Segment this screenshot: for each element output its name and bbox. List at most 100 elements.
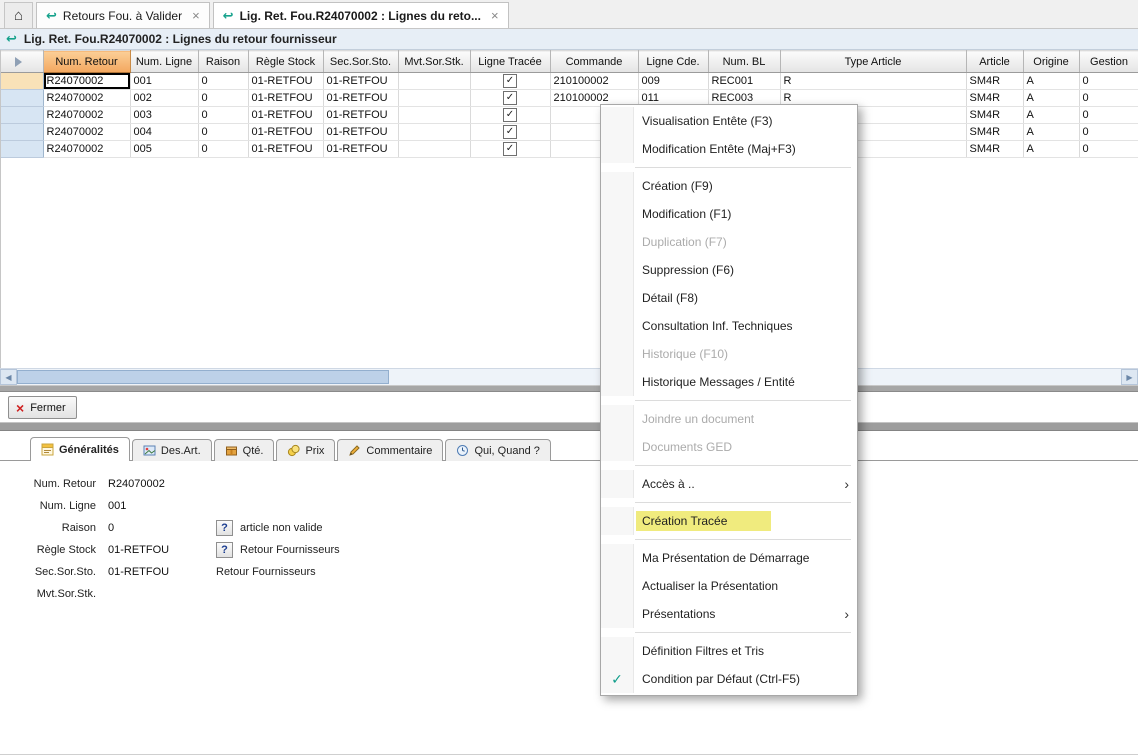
- grid-cell[interactable]: A: [1023, 107, 1079, 124]
- scroll-right-button[interactable]: ▶: [1121, 369, 1138, 385]
- grid-cell[interactable]: R24070002: [43, 141, 130, 158]
- column-header-sec-sor-sto-[interactable]: Sec.Sor.Sto.: [323, 51, 398, 73]
- tab-qui-quand[interactable]: Qui, Quand ?: [445, 439, 550, 461]
- menu-item-visualisation-ent-te-f3[interactable]: Visualisation Entête (F3): [601, 107, 857, 135]
- home-tab[interactable]: ⌂: [4, 2, 33, 28]
- lookup-button[interactable]: ?: [216, 542, 233, 558]
- grid-cell[interactable]: 0: [198, 90, 248, 107]
- grid-cell[interactable]: 01-RETFOU: [248, 73, 323, 90]
- grid-cell[interactable]: 003: [130, 107, 198, 124]
- menu-item-cr-ation-trac-e[interactable]: Création Tracée: [601, 507, 857, 535]
- grid-cell[interactable]: 210100002: [550, 73, 638, 90]
- tab-retours-fou-a-valider[interactable]: ↩ Retours Fou. à Valider ×: [36, 2, 210, 28]
- scroll-left-button[interactable]: ◀: [0, 369, 17, 385]
- grid-cell[interactable]: 01-RETFOU: [248, 90, 323, 107]
- menu-item-pr-sentations[interactable]: Présentations›: [601, 600, 857, 628]
- grid-cell[interactable]: [398, 90, 470, 107]
- grid-cell[interactable]: [398, 107, 470, 124]
- column-header-raison[interactable]: Raison: [198, 51, 248, 73]
- column-header-mvt-sor-stk-[interactable]: Mvt.Sor.Stk.: [398, 51, 470, 73]
- row-selector[interactable]: [1, 141, 43, 158]
- row-selector[interactable]: [1, 107, 43, 124]
- grid-cell[interactable]: 01-RETFOU: [248, 141, 323, 158]
- column-header-num-ligne[interactable]: Num. Ligne: [130, 51, 198, 73]
- grid-cell[interactable]: ✓: [470, 90, 550, 107]
- grid-cell[interactable]: 0: [198, 124, 248, 141]
- grid-cell[interactable]: R24070002: [43, 73, 130, 90]
- tab-g-n-ralit-s[interactable]: Généralités: [30, 437, 130, 461]
- column-header-r-gle-stock[interactable]: Règle Stock: [248, 51, 323, 73]
- row-selector[interactable]: [1, 73, 43, 90]
- menu-item-historique-messages-entit[interactable]: Historique Messages / Entité: [601, 368, 857, 396]
- lookup-button[interactable]: ?: [216, 520, 233, 536]
- column-header-article[interactable]: Article: [966, 51, 1023, 73]
- grid-cell[interactable]: R24070002: [43, 107, 130, 124]
- grid-cell[interactable]: 01-RETFOU: [323, 73, 398, 90]
- grid-cell[interactable]: 01-RETFOU: [248, 107, 323, 124]
- row-selector[interactable]: [1, 90, 43, 107]
- grid-cell[interactable]: 0: [1079, 90, 1138, 107]
- column-header-num-retour[interactable]: Num. Retour: [43, 51, 130, 73]
- panel-splitter-top[interactable]: [0, 385, 1138, 392]
- grid-cell[interactable]: 01-RETFOU: [323, 141, 398, 158]
- grid-cell[interactable]: 005: [130, 141, 198, 158]
- tab-commentaire[interactable]: Commentaire: [337, 439, 443, 461]
- row-selector[interactable]: [1, 124, 43, 141]
- grid-cell[interactable]: SM4R: [966, 107, 1023, 124]
- grid-cell[interactable]: 0: [198, 107, 248, 124]
- grid-cell[interactable]: SM4R: [966, 124, 1023, 141]
- menu-item-cr-ation-f9[interactable]: Création (F9): [601, 172, 857, 200]
- column-header-type-article[interactable]: Type Article: [780, 51, 966, 73]
- column-header-num-bl[interactable]: Num. BL: [708, 51, 780, 73]
- column-header-commande[interactable]: Commande: [550, 51, 638, 73]
- grid-cell[interactable]: ✓: [470, 73, 550, 90]
- menu-item-acc-s[interactable]: Accès à ..›: [601, 470, 857, 498]
- menu-item-suppression-f6[interactable]: Suppression (F6): [601, 256, 857, 284]
- grid-cell[interactable]: A: [1023, 141, 1079, 158]
- grid-cell[interactable]: [398, 73, 470, 90]
- tab-des-art[interactable]: Des.Art.: [132, 439, 212, 461]
- menu-item-condition-par-d-faut-ctrl-f5[interactable]: ✓Condition par Défaut (Ctrl-F5): [601, 665, 857, 693]
- grid-cell[interactable]: 0: [1079, 107, 1138, 124]
- column-header-ligne-cde-[interactable]: Ligne Cde.: [638, 51, 708, 73]
- grid-cell[interactable]: [398, 141, 470, 158]
- column-header-ligne-trac-e[interactable]: Ligne Tracée: [470, 51, 550, 73]
- grid-cell[interactable]: 002: [130, 90, 198, 107]
- grid-cell[interactable]: SM4R: [966, 90, 1023, 107]
- grid-cell[interactable]: REC001: [708, 73, 780, 90]
- grid-cell[interactable]: ✓: [470, 124, 550, 141]
- tab-lig-ret-fou[interactable]: ↩ Lig. Ret. Fou.R24070002 : Lignes du re…: [213, 2, 509, 28]
- grid-cell[interactable]: 0: [1079, 73, 1138, 90]
- grid-cell[interactable]: ✓: [470, 107, 550, 124]
- grid-cell[interactable]: 01-RETFOU: [323, 107, 398, 124]
- menu-item-actualiser-la-pr-sentation[interactable]: Actualiser la Présentation: [601, 572, 857, 600]
- grid-cell[interactable]: [398, 124, 470, 141]
- grid-cell[interactable]: A: [1023, 124, 1079, 141]
- grid-cell[interactable]: 0: [198, 73, 248, 90]
- grid-cell[interactable]: 001: [130, 73, 198, 90]
- grid-cell[interactable]: A: [1023, 90, 1079, 107]
- grid-cell[interactable]: A: [1023, 73, 1079, 90]
- grid-cell[interactable]: 0: [1079, 124, 1138, 141]
- grid-cell[interactable]: 01-RETFOU: [248, 124, 323, 141]
- menu-item-modification-f1[interactable]: Modification (F1): [601, 200, 857, 228]
- menu-item-d-tail-f8[interactable]: Détail (F8): [601, 284, 857, 312]
- grid-cell[interactable]: SM4R: [966, 73, 1023, 90]
- scrollbar-thumb[interactable]: [17, 370, 389, 384]
- tab-prix[interactable]: Prix: [276, 439, 335, 461]
- grid-cell[interactable]: 004: [130, 124, 198, 141]
- close-icon[interactable]: ×: [192, 8, 200, 23]
- fermer-button[interactable]: × Fermer: [8, 396, 77, 419]
- horizontal-scrollbar[interactable]: ◀ ▶: [0, 368, 1138, 385]
- grid-cell[interactable]: R24070002: [43, 90, 130, 107]
- select-all-header[interactable]: [1, 51, 43, 73]
- grid-cell[interactable]: 0: [1079, 141, 1138, 158]
- grid-cell[interactable]: R: [780, 73, 966, 90]
- menu-item-consultation-inf-techniques[interactable]: Consultation Inf. Techniques: [601, 312, 857, 340]
- menu-item-modification-ent-te-maj-f3[interactable]: Modification Entête (Maj+F3): [601, 135, 857, 163]
- column-header-gestion[interactable]: Gestion: [1079, 51, 1138, 73]
- tab-qt[interactable]: Qté.: [214, 439, 275, 461]
- column-header-origine[interactable]: Origine: [1023, 51, 1079, 73]
- panel-splitter-bottom[interactable]: [0, 422, 1138, 431]
- grid-cell[interactable]: R24070002: [43, 124, 130, 141]
